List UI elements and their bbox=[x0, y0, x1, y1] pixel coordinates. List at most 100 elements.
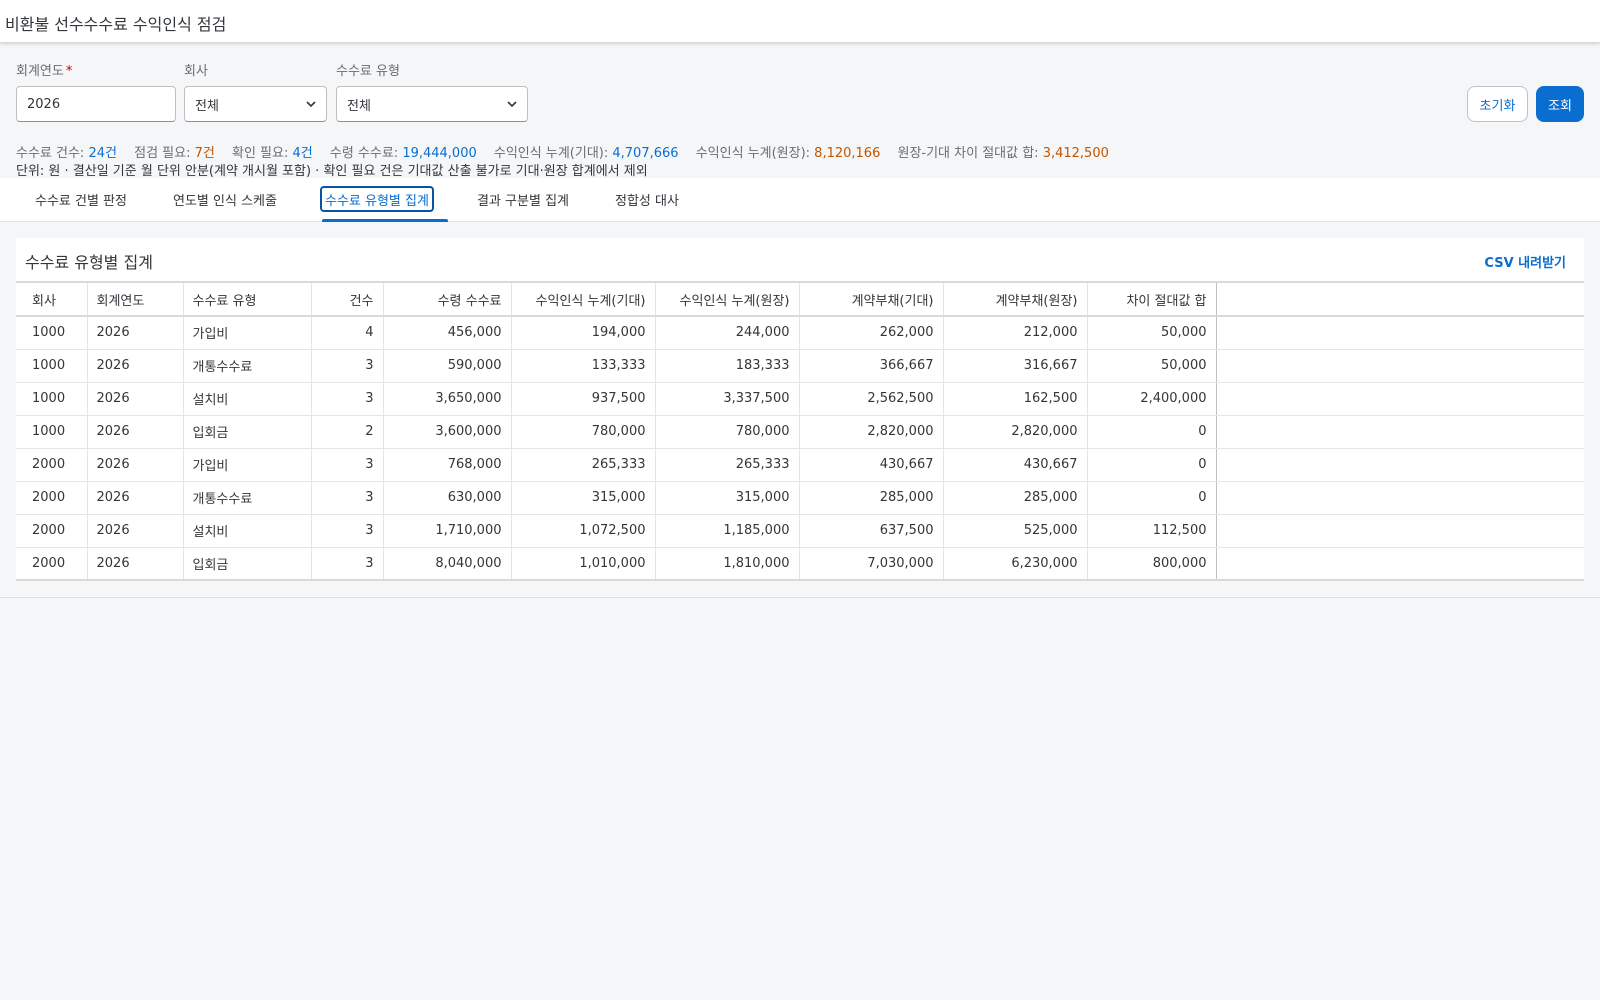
csv-download-label: CSV 내려받기 bbox=[1484, 256, 1566, 271]
cell-fee-type: 개통수수료 bbox=[183, 481, 312, 515]
col-header-company[interactable]: 회사 bbox=[16, 281, 88, 317]
reset-button[interactable]: 초기화 bbox=[1467, 86, 1528, 122]
cell-liab-expected: 2,562,500 bbox=[799, 382, 944, 416]
table-row[interactable]: 1000 2026 입회금 2 3,600,000 780,000 780,000 2,820… bbox=[16, 415, 1584, 449]
cell-rev-expected: 780,000 bbox=[511, 415, 656, 449]
cell-rev-ledger: 315,000 bbox=[655, 481, 800, 515]
cell-liab-expected: 637,500 bbox=[799, 514, 944, 548]
cell-fiscal-year: 2026 bbox=[87, 547, 184, 581]
table-row[interactable]: 2000 2026 개통수수료 3 630,000 315,000 315,000 285,0… bbox=[16, 481, 1584, 515]
cell-fiscal-year: 2026 bbox=[87, 415, 184, 449]
csv-download-button[interactable]: CSV 내려받기 bbox=[1484, 252, 1566, 271]
tab-reconciliation[interactable]: 정합성 대사 bbox=[612, 188, 682, 210]
cell-liab-expected: 366,667 bbox=[799, 349, 944, 383]
cell-company: 2000 bbox=[16, 448, 88, 482]
col-header-received-fee[interactable]: 수령 수수료 bbox=[383, 281, 512, 317]
cell-received-fee: 590,000 bbox=[383, 349, 512, 383]
tab-yearly-schedule[interactable]: 연도별 인식 스케줄 bbox=[170, 188, 280, 210]
page-title: 비환불 선수수수료 수익인식 점검 bbox=[5, 15, 227, 34]
row-filler bbox=[1216, 547, 1584, 581]
cell-rev-ledger: 265,333 bbox=[655, 448, 800, 482]
cell-company: 1000 bbox=[16, 316, 88, 350]
active-tab-indicator bbox=[322, 219, 448, 222]
received-fee-label: 수령 수수료: bbox=[329, 146, 399, 161]
fiscal-year-value: 2026 bbox=[27, 96, 61, 112]
table-row[interactable]: 1000 2026 설치비 3 3,650,000 937,500 3,337,500 2,5… bbox=[16, 382, 1584, 416]
table-row[interactable]: 1000 2026 개통수수료 3 590,000 133,333 183,333 366,6… bbox=[16, 349, 1584, 383]
col-header-count[interactable]: 건수 bbox=[311, 281, 384, 317]
row-filler bbox=[1216, 382, 1584, 416]
fiscal-year-label-text: 회계연도 bbox=[16, 64, 64, 79]
cell-fee-type: 설치비 bbox=[183, 382, 312, 416]
cell-fiscal-year: 2026 bbox=[87, 448, 184, 482]
check-needed-label: 점검 필요: bbox=[134, 146, 191, 161]
company-select-value: 전체 bbox=[195, 98, 219, 114]
tab-result-summary[interactable]: 결과 구분별 집계 bbox=[474, 188, 572, 210]
fee-type-select[interactable]: 전체 bbox=[336, 86, 528, 122]
cell-company: 1000 bbox=[16, 415, 88, 449]
cell-count: 4 bbox=[311, 316, 384, 350]
cell-liab-ledger: 316,667 bbox=[943, 349, 1088, 383]
cell-company: 1000 bbox=[16, 382, 88, 416]
cell-received-fee: 3,650,000 bbox=[383, 382, 512, 416]
col-header-rev-ledger[interactable]: 수익인식 누계(원장) bbox=[655, 281, 800, 317]
check-needed-value: 7건 bbox=[194, 146, 215, 161]
cell-fiscal-year: 2026 bbox=[87, 481, 184, 515]
cell-fee-type: 입회금 bbox=[183, 547, 312, 581]
cell-received-fee: 8,040,000 bbox=[383, 547, 512, 581]
cell-diff-abs: 0 bbox=[1087, 481, 1217, 515]
header-filler bbox=[1216, 281, 1584, 317]
cell-fee-type: 개통수수료 bbox=[183, 349, 312, 383]
col-header-liab-ledger[interactable]: 계약부채(원장) bbox=[943, 281, 1088, 317]
cell-fiscal-year: 2026 bbox=[87, 514, 184, 548]
confirm-needed-label: 확인 필요: bbox=[231, 146, 289, 161]
app-header: 비환불 선수수수료 수익인식 점검 bbox=[0, 0, 1600, 43]
table-row[interactable]: 2000 2026 설치비 3 1,710,000 1,072,500 1,185,000 6… bbox=[16, 514, 1584, 548]
tab-fee-type-summary[interactable]: 수수료 유형별 집계 bbox=[320, 186, 434, 212]
cell-liab-expected: 7,030,000 bbox=[799, 547, 944, 581]
fiscal-year-input[interactable]: 2026 bbox=[16, 86, 176, 122]
cell-fee-type: 설치비 bbox=[183, 514, 312, 548]
cell-received-fee: 630,000 bbox=[383, 481, 512, 515]
cell-received-fee: 768,000 bbox=[383, 448, 512, 482]
cell-count: 3 bbox=[311, 349, 384, 383]
company-select[interactable]: 전체 bbox=[184, 86, 327, 122]
table-row[interactable]: 2000 2026 가입비 3 768,000 265,333 265,333 430,667… bbox=[16, 448, 1584, 482]
content-bottom-divider bbox=[0, 597, 1600, 598]
cell-fiscal-year: 2026 bbox=[87, 316, 184, 350]
cell-count: 3 bbox=[311, 547, 384, 581]
cell-liab-ledger: 2,820,000 bbox=[943, 415, 1088, 449]
panel-title: 수수료 유형별 집계 bbox=[25, 253, 153, 272]
fee-count-value: 24건 bbox=[88, 146, 117, 161]
fee-type-table: 회사 회계연도 수수료 유형 건수 수령 수수료 수익인식 누계(기대) 수익인… bbox=[16, 281, 1584, 581]
confirm-needed-value: 4건 bbox=[292, 146, 313, 161]
cell-liab-ledger: 285,000 bbox=[943, 481, 1088, 515]
row-filler bbox=[1216, 448, 1584, 482]
col-header-fiscal-year[interactable]: 회계연도 bbox=[87, 281, 184, 317]
table-row[interactable]: 1000 2026 가입비 4 456,000 194,000 244,000 262,000… bbox=[16, 316, 1584, 350]
col-header-rev-expected[interactable]: 수익인식 누계(기대) bbox=[511, 281, 656, 317]
search-button[interactable]: 조회 bbox=[1536, 86, 1584, 122]
cell-liab-expected: 2,820,000 bbox=[799, 415, 944, 449]
rev-expected-label: 수익인식 누계(기대): bbox=[493, 146, 609, 161]
cell-diff-abs: 50,000 bbox=[1087, 316, 1217, 350]
cell-rev-expected: 1,072,500 bbox=[511, 514, 656, 548]
cell-fee-type: 입회금 bbox=[183, 415, 312, 449]
row-filler bbox=[1216, 415, 1584, 449]
cell-diff-abs: 2,400,000 bbox=[1087, 382, 1217, 416]
row-filler bbox=[1216, 481, 1584, 515]
col-header-liab-expected[interactable]: 계약부채(기대) bbox=[799, 281, 944, 317]
tab-fee-judgement[interactable]: 수수료 건별 판정 bbox=[32, 188, 130, 210]
required-mark: * bbox=[65, 64, 73, 79]
col-header-diff-abs[interactable]: 차이 절대값 합 bbox=[1087, 281, 1217, 317]
table-row[interactable]: 2000 2026 입회금 3 8,040,000 1,010,000 1,810,000 7… bbox=[16, 547, 1584, 581]
col-header-fee-type[interactable]: 수수료 유형 bbox=[183, 281, 312, 317]
cell-liab-ledger: 430,667 bbox=[943, 448, 1088, 482]
cell-rev-ledger: 3,337,500 bbox=[655, 382, 800, 416]
row-filler bbox=[1216, 349, 1584, 383]
fee-type-label: 수수료 유형 bbox=[336, 64, 400, 79]
rev-expected-value: 4,707,666 bbox=[612, 146, 679, 161]
cell-company: 2000 bbox=[16, 481, 88, 515]
cell-diff-abs: 0 bbox=[1087, 415, 1217, 449]
cell-count: 3 bbox=[311, 481, 384, 515]
